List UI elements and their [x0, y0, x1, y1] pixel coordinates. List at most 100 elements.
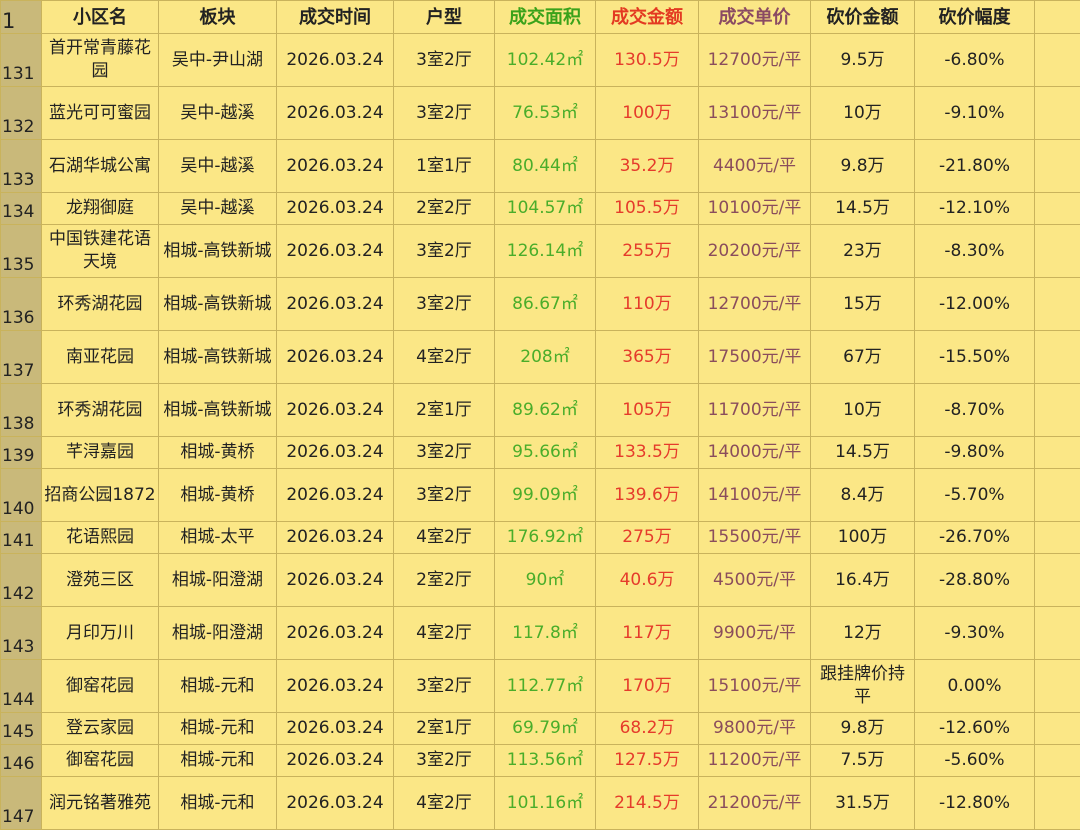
cell-deal-total[interactable]: 35.2万: [596, 140, 699, 193]
header-unit-price[interactable]: 成交单价: [699, 1, 811, 34]
cell-deal-area[interactable]: 104.57㎡: [495, 193, 596, 225]
cell-district[interactable]: 相城-黄桥: [159, 469, 277, 522]
cell-community-name[interactable]: 环秀湖花园: [42, 384, 159, 437]
cell-unit-price[interactable]: 12700元/平: [699, 34, 811, 87]
row-number-cell[interactable]: 133: [1, 140, 42, 193]
cell-unit-price[interactable]: 15500元/平: [699, 522, 811, 554]
empty-cell[interactable]: [1035, 522, 1080, 554]
cell-deal-date[interactable]: 2026.03.24: [277, 522, 394, 554]
cell-unit-price[interactable]: 11700元/平: [699, 384, 811, 437]
cell-community-name[interactable]: 南亚花园: [42, 331, 159, 384]
cell-room-layout[interactable]: 1室1厅: [394, 140, 495, 193]
cell-unit-price[interactable]: 9800元/平: [699, 713, 811, 745]
cell-cut-percent[interactable]: -21.80%: [915, 140, 1035, 193]
header-layout[interactable]: 户型: [394, 1, 495, 34]
row-number-cell[interactable]: 147: [1, 777, 42, 830]
cell-deal-area[interactable]: 95.66㎡: [495, 437, 596, 469]
cell-deal-area[interactable]: 126.14㎡: [495, 225, 596, 278]
cell-deal-area[interactable]: 101.16㎡: [495, 777, 596, 830]
cell-deal-total[interactable]: 133.5万: [596, 437, 699, 469]
cell-deal-date[interactable]: 2026.03.24: [277, 745, 394, 777]
cell-district[interactable]: 相城-阳澄湖: [159, 554, 277, 607]
cell-community-name[interactable]: 招商公园1872: [42, 469, 159, 522]
cell-room-layout[interactable]: 3室2厅: [394, 87, 495, 140]
cell-deal-total[interactable]: 105万: [596, 384, 699, 437]
row-number-cell[interactable]: 134: [1, 193, 42, 225]
cell-deal-total[interactable]: 105.5万: [596, 193, 699, 225]
cell-room-layout[interactable]: 4室2厅: [394, 777, 495, 830]
empty-cell[interactable]: [1035, 777, 1080, 830]
cell-unit-price[interactable]: 11200元/平: [699, 745, 811, 777]
cell-deal-area[interactable]: 117.8㎡: [495, 607, 596, 660]
header-cut-amount[interactable]: 砍价金额: [811, 1, 915, 34]
row-number-cell[interactable]: 146: [1, 745, 42, 777]
cell-district[interactable]: 相城-高铁新城: [159, 331, 277, 384]
cell-cut-percent[interactable]: -12.10%: [915, 193, 1035, 225]
cell-deal-date[interactable]: 2026.03.24: [277, 193, 394, 225]
cell-district[interactable]: 吴中-越溪: [159, 193, 277, 225]
row-number-cell[interactable]: 137: [1, 331, 42, 384]
cell-cut-amount[interactable]: 16.4万: [811, 554, 915, 607]
cell-deal-area[interactable]: 176.92㎡: [495, 522, 596, 554]
cell-deal-date[interactable]: 2026.03.24: [277, 554, 394, 607]
cell-community-name[interactable]: 芊浔嘉园: [42, 437, 159, 469]
cell-cut-percent[interactable]: -12.00%: [915, 278, 1035, 331]
empty-cell[interactable]: [1035, 140, 1080, 193]
cell-deal-date[interactable]: 2026.03.24: [277, 713, 394, 745]
row-number-cell[interactable]: 143: [1, 607, 42, 660]
cell-cut-percent[interactable]: -8.70%: [915, 384, 1035, 437]
cell-deal-total[interactable]: 110万: [596, 278, 699, 331]
row-number-cell[interactable]: 135: [1, 225, 42, 278]
cell-district[interactable]: 相城-高铁新城: [159, 384, 277, 437]
header-cut-percent[interactable]: 砍价幅度: [915, 1, 1035, 34]
header-total[interactable]: 成交金额: [596, 1, 699, 34]
row-number-cell[interactable]: 142: [1, 554, 42, 607]
cell-deal-date[interactable]: 2026.03.24: [277, 225, 394, 278]
cell-cut-percent[interactable]: -28.80%: [915, 554, 1035, 607]
cell-community-name[interactable]: 蓝光可可蜜园: [42, 87, 159, 140]
cell-district[interactable]: 相城-元和: [159, 777, 277, 830]
cell-deal-area[interactable]: 86.67㎡: [495, 278, 596, 331]
cell-deal-total[interactable]: 139.6万: [596, 469, 699, 522]
cell-deal-date[interactable]: 2026.03.24: [277, 607, 394, 660]
cell-unit-price[interactable]: 15100元/平: [699, 660, 811, 713]
cell-deal-total[interactable]: 100万: [596, 87, 699, 140]
cell-community-name[interactable]: 首开常青藤花园: [42, 34, 159, 87]
empty-cell[interactable]: [1035, 554, 1080, 607]
cell-unit-price[interactable]: 9900元/平: [699, 607, 811, 660]
row-number-cell[interactable]: 145: [1, 713, 42, 745]
cell-deal-area[interactable]: 112.77㎡: [495, 660, 596, 713]
cell-cut-percent[interactable]: 0.00%: [915, 660, 1035, 713]
cell-community-name[interactable]: 御窑花园: [42, 660, 159, 713]
empty-cell[interactable]: [1035, 331, 1080, 384]
cell-district[interactable]: 相城-元和: [159, 660, 277, 713]
cell-district[interactable]: 相城-高铁新城: [159, 278, 277, 331]
cell-deal-total[interactable]: 170万: [596, 660, 699, 713]
cell-deal-date[interactable]: 2026.03.24: [277, 278, 394, 331]
cell-unit-price[interactable]: 4400元/平: [699, 140, 811, 193]
empty-cell[interactable]: [1035, 34, 1080, 87]
cell-cut-percent[interactable]: -9.10%: [915, 87, 1035, 140]
cell-deal-area[interactable]: 69.79㎡: [495, 713, 596, 745]
cell-room-layout[interactable]: 2室2厅: [394, 193, 495, 225]
empty-cell[interactable]: [1035, 469, 1080, 522]
empty-cell[interactable]: [1035, 193, 1080, 225]
cell-cut-amount[interactable]: 14.5万: [811, 437, 915, 469]
cell-cut-amount[interactable]: 15万: [811, 278, 915, 331]
cell-deal-date[interactable]: 2026.03.24: [277, 384, 394, 437]
cell-district[interactable]: 吴中-越溪: [159, 140, 277, 193]
cell-deal-total[interactable]: 117万: [596, 607, 699, 660]
row-number-cell[interactable]: 1: [1, 1, 42, 34]
cell-unit-price[interactable]: 17500元/平: [699, 331, 811, 384]
cell-deal-total[interactable]: 275万: [596, 522, 699, 554]
cell-deal-total[interactable]: 365万: [596, 331, 699, 384]
cell-cut-percent[interactable]: -15.50%: [915, 331, 1035, 384]
cell-cut-percent[interactable]: -5.70%: [915, 469, 1035, 522]
row-number-cell[interactable]: 136: [1, 278, 42, 331]
cell-cut-amount[interactable]: 跟挂牌价持平: [811, 660, 915, 713]
cell-cut-percent[interactable]: -26.70%: [915, 522, 1035, 554]
cell-unit-price[interactable]: 20200元/平: [699, 225, 811, 278]
header-block[interactable]: 板块: [159, 1, 277, 34]
cell-cut-amount[interactable]: 8.4万: [811, 469, 915, 522]
cell-cut-amount[interactable]: 14.5万: [811, 193, 915, 225]
